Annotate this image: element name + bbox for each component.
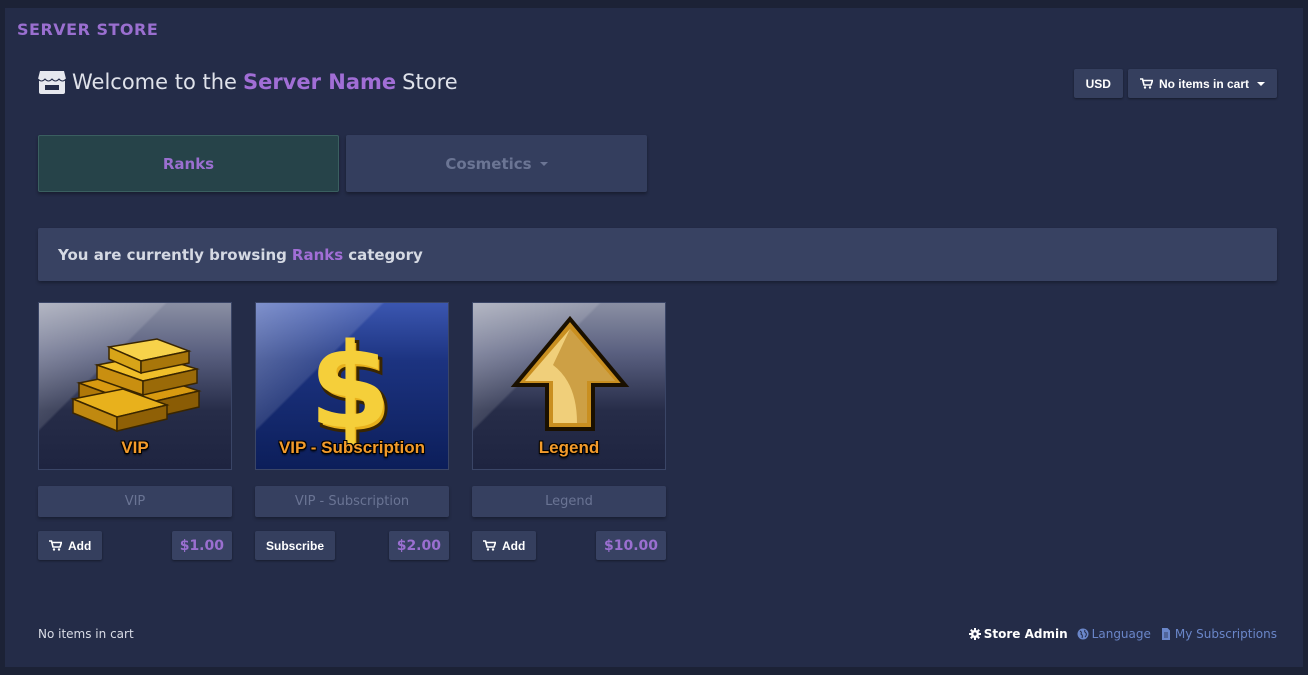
browse-suffix: category (348, 245, 423, 264)
store-page: SERVER STORE Welcome to the Server Name … (5, 8, 1303, 667)
chevron-down-icon (1257, 81, 1265, 86)
subscribe-button[interactable]: Subscribe (255, 531, 336, 560)
subscriptions-label: My Subscriptions (1174, 627, 1277, 641)
store-admin-label: Store Admin (983, 627, 1068, 641)
add-label: Add (68, 538, 92, 553)
product-name[interactable]: Legend (472, 486, 666, 517)
tab-cosmetics[interactable]: Cosmetics (346, 135, 647, 192)
add-label: Add (502, 538, 526, 553)
gear-icon (968, 628, 981, 640)
product-name[interactable]: VIP - Subscription (255, 486, 449, 517)
language-link[interactable]: Language (1077, 627, 1151, 641)
document-icon (1161, 628, 1170, 640)
product-image[interactable]: VIP (38, 302, 232, 470)
product-image-caption: Legend (538, 438, 600, 457)
tab-label: Cosmetics (445, 154, 532, 173)
header-controls: USD No items in cart (1073, 69, 1277, 98)
store-admin-link[interactable]: Store Admin (968, 627, 1068, 641)
store-icon (37, 71, 67, 94)
brand-title[interactable]: SERVER STORE (17, 20, 158, 39)
cart-icon (1139, 78, 1153, 89)
welcome-suffix: Store (402, 70, 458, 94)
product-image[interactable]: Legend (472, 302, 666, 470)
browse-prefix: You are currently browsing (58, 245, 287, 264)
product-actions: Add $1.00 (38, 531, 232, 560)
my-subscriptions-link[interactable]: My Subscriptions (1160, 627, 1277, 641)
add-to-cart-button[interactable]: Add (38, 531, 103, 560)
category-banner: You are currently browsing Ranks categor… (38, 228, 1277, 281)
tab-label: Ranks (162, 154, 215, 173)
server-name: Server Name (242, 70, 397, 94)
product-actions: Add $10.00 (472, 531, 666, 560)
currency-button[interactable]: USD (1073, 69, 1123, 98)
tab-ranks[interactable]: Ranks (38, 135, 339, 192)
product-name[interactable]: VIP (38, 486, 232, 517)
page-title: Welcome to the Server Name Store (37, 66, 458, 98)
cart-label: No items in cart (1158, 76, 1249, 91)
cart-icon (483, 540, 496, 551)
product-image-caption: VIP - Subscription (278, 438, 426, 457)
product-image-caption: VIP (121, 438, 149, 457)
product-card: VIP VIP Add $1.00 (38, 302, 232, 560)
product-list: VIP VIP Add $1.00 $ $ VIP - Subscription… (38, 302, 666, 560)
add-to-cart-button[interactable]: Add (472, 531, 537, 560)
language-label: Language (1091, 627, 1151, 641)
product-card: Legend Legend Add $10.00 (472, 302, 666, 560)
product-price: $1.00 (171, 531, 232, 560)
footer-cart-status: No items in cart (38, 627, 134, 641)
product-actions: Subscribe $2.00 (255, 531, 449, 560)
category-tabs: Ranks Cosmetics (38, 135, 647, 192)
product-price: $10.00 (595, 531, 666, 560)
footer-links: Store Admin Language My Subscriptions (968, 627, 1277, 641)
browse-category: Ranks (291, 245, 344, 264)
cart-dropdown-button[interactable]: No items in cart (1127, 69, 1277, 98)
welcome-prefix: Welcome to the (72, 70, 237, 94)
globe-icon (1077, 628, 1089, 640)
product-price: $2.00 (388, 531, 449, 560)
product-image[interactable]: $ $ VIP - Subscription (255, 302, 449, 470)
chevron-down-icon (539, 161, 548, 166)
cart-icon (49, 540, 62, 551)
product-card: $ $ VIP - Subscription VIP - Subscriptio… (255, 302, 449, 560)
svg-text:$: $ (309, 317, 391, 455)
